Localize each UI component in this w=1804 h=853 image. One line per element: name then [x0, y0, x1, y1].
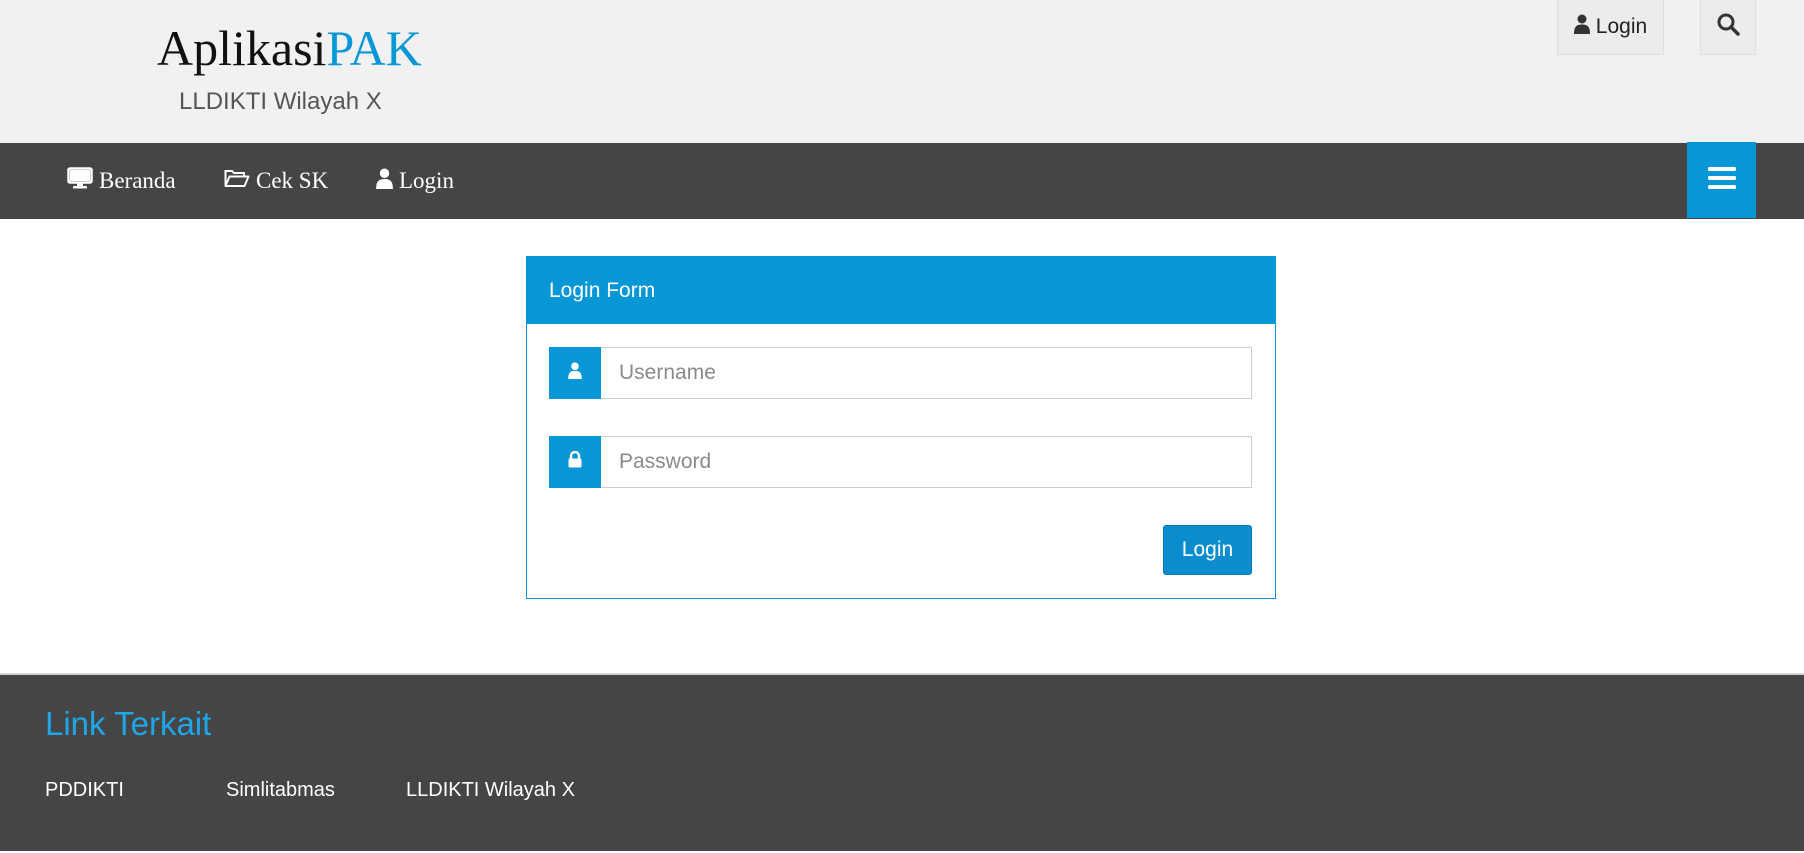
- desktop-icon: [67, 167, 99, 195]
- hamburger-icon: [1707, 166, 1736, 195]
- nav-item-login[interactable]: Login: [376, 143, 454, 219]
- login-panel: Login Form Login: [526, 256, 1276, 599]
- username-input-group: [549, 347, 1252, 399]
- header-login-label: Login: [1595, 15, 1648, 38]
- folder-open-icon: [224, 168, 256, 194]
- username-input[interactable]: [601, 347, 1252, 399]
- password-addon: [549, 436, 601, 488]
- user-icon: [1573, 14, 1590, 40]
- lock-icon: [568, 450, 582, 473]
- site-header: AplikasiPAK LLDIKTI Wilayah X Login: [0, 0, 1804, 143]
- password-input[interactable]: [601, 436, 1252, 488]
- user-icon: [376, 168, 399, 195]
- main-navbar: Beranda Cek SK Login: [0, 143, 1804, 219]
- footer-link-lldikti[interactable]: LLDIKTI Wilayah X: [406, 779, 575, 802]
- login-submit-button[interactable]: Login: [1163, 525, 1252, 575]
- footer-link-simlitabmas[interactable]: Simlitabmas: [226, 779, 335, 802]
- username-addon: [549, 347, 601, 399]
- search-icon: [1716, 12, 1740, 42]
- header-login-button[interactable]: Login: [1557, 0, 1664, 55]
- nav-item-label: Cek SK: [256, 168, 329, 193]
- user-icon: [568, 362, 582, 384]
- site-footer: Link Terkait PDDIKTI Simlitabmas LLDIKTI…: [0, 673, 1804, 853]
- footer-title: Link Terkait: [45, 705, 212, 742]
- site-logo[interactable]: AplikasiPAK: [157, 20, 422, 76]
- footer-link-pddikti[interactable]: PDDIKTI: [45, 779, 124, 802]
- password-input-group: [549, 436, 1252, 488]
- nav-item-label: Beranda: [99, 168, 176, 193]
- nav-item-label: Login: [399, 168, 454, 193]
- login-panel-header: Login Form: [527, 257, 1275, 324]
- brand-text: Aplikasi: [157, 20, 327, 76]
- menu-toggle-button[interactable]: [1687, 142, 1756, 218]
- search-button[interactable]: [1700, 0, 1756, 55]
- brand-accent-text: PAK: [326, 20, 422, 76]
- site-subtitle: LLDIKTI Wilayah X: [179, 88, 382, 115]
- nav-item-beranda[interactable]: Beranda: [67, 143, 176, 219]
- nav-item-cek-sk[interactable]: Cek SK: [224, 143, 328, 219]
- login-form-title: Login Form: [549, 278, 656, 302]
